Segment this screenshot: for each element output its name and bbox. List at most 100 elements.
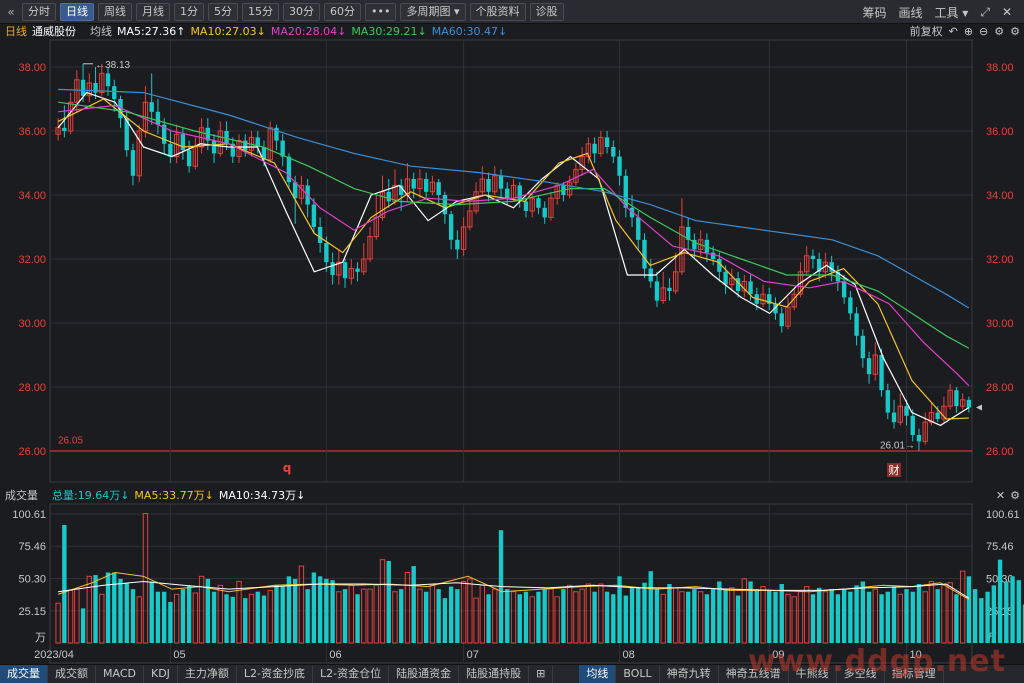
volume-bar-up xyxy=(579,588,585,644)
volume-bar-down xyxy=(149,581,154,643)
volume-bar-up xyxy=(492,588,498,644)
volume-bar-up xyxy=(785,593,791,644)
volume-bar-down xyxy=(648,571,653,643)
volume-bar-down xyxy=(717,581,722,643)
candle-body-down xyxy=(448,214,454,240)
volume-bar-down xyxy=(536,591,541,643)
volume-bar-down xyxy=(399,589,404,643)
volume-bar-up xyxy=(173,593,180,644)
candle-body-down xyxy=(311,204,317,227)
volume-tick-left: 万 xyxy=(35,632,46,644)
candle-body-down xyxy=(342,262,348,279)
volume-bar-down xyxy=(130,589,136,643)
tab-volume[interactable]: 成交量 xyxy=(0,665,48,683)
tab-ma[interactable]: 均线 xyxy=(579,665,617,683)
tab-magic-nine[interactable]: 神奇九转 xyxy=(660,665,719,683)
volume-bar-down xyxy=(505,589,510,643)
volume-bar-up xyxy=(373,584,379,644)
volume-bar-up xyxy=(928,580,935,644)
candle-body-down xyxy=(455,239,460,250)
candle-body-down xyxy=(779,313,784,327)
price-tick-right: 38.00 xyxy=(986,62,1014,74)
volume-bar-up xyxy=(872,588,878,644)
candle-body-down xyxy=(879,355,884,391)
volume-bar-up xyxy=(548,588,554,644)
volume-bar-up xyxy=(529,596,535,644)
candle-body-down xyxy=(105,73,111,87)
volume-bar-down xyxy=(704,594,710,643)
tab-boll[interactable]: BOLL xyxy=(616,665,660,683)
volume-bar-down xyxy=(985,591,990,643)
candle-body-down xyxy=(536,198,541,208)
tab-hk-funds[interactable]: 陆股通资金 xyxy=(389,665,460,683)
tab-main-net[interactable]: 主力净额 xyxy=(178,665,237,683)
ma30-line xyxy=(58,101,970,349)
volume-bar-up xyxy=(479,584,485,644)
candle-body-down xyxy=(667,287,672,291)
volume-bar-down xyxy=(991,585,997,643)
volume-bar-down xyxy=(604,591,610,643)
volume-bar-down xyxy=(386,560,391,643)
earnings-marker: 财 xyxy=(889,463,900,477)
tab-l2-position[interactable]: L2-资金仓位 xyxy=(313,665,390,683)
volume-bar-down xyxy=(592,591,597,643)
volume-tick-left: 75.46 xyxy=(18,541,46,553)
volume-bar-down xyxy=(324,578,329,643)
volume-bar-up xyxy=(897,593,903,644)
kline-chart[interactable]: 38.00 38.00 36.00 36.00 34.00 34.00 32.00 32.00… xyxy=(0,0,1024,664)
candle-body-down xyxy=(617,156,622,176)
volume-bar-down xyxy=(972,589,978,643)
volume-bar-up xyxy=(404,571,411,644)
volume-bar-down xyxy=(342,589,348,643)
volume-bar-up xyxy=(941,584,947,644)
candle-body-down xyxy=(604,137,610,147)
volume-bar-up xyxy=(822,591,829,644)
tab-macd[interactable]: MACD xyxy=(96,665,144,683)
tab-turnover[interactable]: 成交额 xyxy=(48,665,96,683)
tab-kdj[interactable]: KDJ xyxy=(144,665,178,683)
candle-body-down xyxy=(654,281,660,301)
volume-bar-down xyxy=(773,591,778,643)
reference-line-label: 26.05 xyxy=(58,435,83,446)
watermark-logo: www.ddgp.net xyxy=(748,644,1006,679)
candle-body-down xyxy=(592,143,597,154)
volume-bar-down xyxy=(848,591,853,643)
price-pane-border xyxy=(49,39,973,483)
candle-body-down xyxy=(860,335,866,359)
price-tick-right: 36.00 xyxy=(986,126,1014,138)
volume-bar-down xyxy=(561,589,566,643)
volume-bar-up xyxy=(248,593,255,644)
volume-bar-up xyxy=(379,559,386,644)
tab-hk-holdings[interactable]: 陆股通持股 xyxy=(459,665,530,683)
volume-bar-down xyxy=(854,585,859,643)
tab-scroll-icon[interactable]: ⊞ xyxy=(529,665,554,683)
volume-bar-down xyxy=(885,591,890,643)
volume-bar-down xyxy=(779,584,784,643)
volume-bar-up xyxy=(67,589,74,644)
volume-bar-down xyxy=(810,594,816,643)
volume-bar-down xyxy=(448,586,454,643)
volume-bar-down xyxy=(112,572,117,643)
tab-l2-bottom[interactable]: L2-资金抄底 xyxy=(237,665,314,683)
volume-bar-down xyxy=(623,595,628,643)
candle-body-down xyxy=(935,412,940,419)
candle-body-down xyxy=(324,243,329,263)
volume-bar-up xyxy=(367,588,373,644)
volume-bar-down xyxy=(916,584,922,643)
candle-body-down xyxy=(505,188,510,199)
candle-body-down xyxy=(954,390,959,407)
candle-body-down xyxy=(810,255,816,259)
candle-body-down xyxy=(224,131,229,144)
volume-bar-up xyxy=(573,591,579,644)
candle-body-down xyxy=(168,143,173,157)
volume-bar-down xyxy=(186,585,192,643)
volume-bar-down xyxy=(311,572,317,643)
price-tick-left: 28.00 xyxy=(18,382,46,394)
volume-bar-down xyxy=(997,559,1003,643)
candle-body-down xyxy=(386,191,391,202)
volume-bar-up xyxy=(791,596,797,644)
candle-body-down xyxy=(748,281,753,295)
volume-tick-right: 100.61 xyxy=(986,509,1020,521)
volume-bar-up xyxy=(267,589,273,644)
volume-bar-down xyxy=(243,598,248,643)
